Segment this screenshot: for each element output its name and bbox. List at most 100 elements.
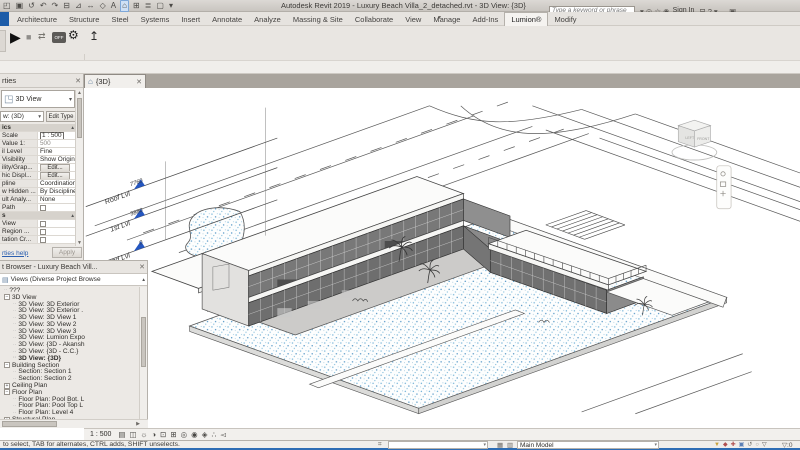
temporary-hide-icon[interactable]: ◎	[181, 430, 188, 440]
export-button[interactable]: ↥	[89, 29, 99, 43]
worksets-combo[interactable]: ▾	[388, 441, 488, 449]
sync-with-central-icon[interactable]: ↺	[27, 1, 36, 11]
show-crop-icon[interactable]: ⊞	[170, 430, 176, 440]
view-tab-3d[interactable]: ⌂ {3D} ✕	[84, 74, 146, 88]
tab-analyze[interactable]: Analyze	[248, 13, 287, 26]
close-properties-icon[interactable]: ✕	[75, 77, 81, 85]
editable-only-filter-icon[interactable]: ▼	[714, 442, 720, 448]
property-row[interactable]: ics▴	[0, 124, 76, 132]
property-row[interactable]: ility/Grap...Edit...	[0, 164, 76, 172]
tab-modify[interactable]: Modify	[548, 13, 582, 26]
browser-views-node[interactable]: ▤ Views (Diverse Project Browse ▴	[0, 274, 147, 286]
property-row[interactable]: VisibilityShow Original	[0, 156, 76, 164]
selection-filter[interactable]: ▽:0	[782, 441, 792, 449]
view-instance-combo[interactable]: w: (3D) ▾	[0, 111, 44, 122]
properties-help-link[interactable]: rties help	[0, 250, 28, 257]
property-row[interactable]: View	[0, 220, 76, 228]
title-bar: ◰▣↺↶↷⊟⊿↔◇A⌂⊞≣▢▾ Autodesk Revit 2019 - Lu…	[0, 0, 800, 12]
detail-level-icon[interactable]: ▤	[118, 430, 125, 440]
crop-view-icon[interactable]: ⊡	[160, 430, 166, 440]
tab-systems[interactable]: Systems	[135, 13, 176, 26]
view-scale-control[interactable]: 1 : 500	[87, 430, 114, 439]
measure-icon[interactable]: ⊿	[74, 1, 83, 11]
tab-steel[interactable]: Steel	[105, 13, 134, 26]
tag-by-category-icon[interactable]: ◇	[99, 1, 107, 11]
tab-annotate[interactable]: Annotate	[206, 13, 248, 26]
status-bar: to select, TAB for alternates, CTRL adds…	[0, 440, 800, 448]
type-selector[interactable]: ◳ 3D View ▾	[1, 90, 75, 108]
displacement-icon[interactable]: ◅	[220, 430, 226, 440]
press-drag-icon[interactable]: ▣	[739, 441, 745, 448]
close-view-icon[interactable]: ✕	[136, 78, 142, 86]
livesync-off-toggle[interactable]: OFF	[52, 32, 66, 43]
scroll-right-icon[interactable]: ▶	[136, 421, 140, 427]
property-row[interactable]: s▴	[0, 212, 76, 220]
undo-icon[interactable]: ↶	[39, 1, 48, 11]
text-note-icon[interactable]: A	[110, 1, 117, 11]
file-tab[interactable]	[0, 12, 9, 26]
property-row[interactable]: plineCoordination	[0, 180, 76, 188]
tab-collaborate[interactable]: Collaborate	[349, 13, 399, 26]
property-row[interactable]: hic Displ...Edit...	[0, 172, 76, 180]
property-row[interactable]: Path	[0, 204, 76, 212]
property-row[interactable]: Region ...	[0, 228, 76, 236]
worksharing-display-icon[interactable]: ◆	[723, 441, 728, 448]
shadows-icon[interactable]: ◑	[151, 430, 156, 440]
3d-scene[interactable]: 7760Roof Lvl38801st Lvl0Ground Lvl LEFT …	[84, 88, 800, 428]
tab-architecture[interactable]: Architecture	[11, 13, 63, 26]
tab-view[interactable]: View	[399, 13, 427, 26]
open-file-icon[interactable]: ◰	[2, 1, 12, 11]
tab-add-ins[interactable]: Add-Ins	[466, 13, 504, 26]
redo-icon[interactable]: ↷	[51, 1, 60, 11]
scroll-down-icon[interactable]: ▼	[76, 240, 83, 246]
analytical-model-icon[interactable]: ∴	[211, 430, 216, 440]
property-row[interactable]: Value 1:500	[0, 140, 76, 148]
visual-style-icon[interactable]: ◫	[130, 430, 137, 440]
sun-path-icon[interactable]: ☼	[141, 430, 148, 440]
property-row[interactable]: tation Cr...	[0, 236, 76, 244]
apply-button[interactable]: Apply	[52, 247, 82, 258]
ribbon-display-toggle[interactable]: ▾	[438, 14, 441, 21]
views-icon: ▤	[2, 276, 9, 284]
reveal-hidden-icon[interactable]: ◉	[191, 430, 198, 440]
save-icon[interactable]: ▣	[15, 1, 25, 11]
edit-type-button[interactable]: Edit Type	[46, 111, 76, 122]
drag-elements-icon[interactable]: ○	[755, 442, 759, 448]
tab-manage[interactable]: Manage	[427, 13, 466, 26]
close-hidden-windows-icon[interactable]: ▢	[155, 1, 165, 11]
stop-button[interactable]: ■	[26, 32, 31, 42]
reverse-selection-icon[interactable]: ↺	[747, 441, 752, 448]
browser-hscrollbar[interactable]: ▶	[0, 419, 148, 428]
cropped-ribbon-button[interactable]	[0, 30, 6, 52]
switch-windows-icon[interactable]: ▾	[168, 1, 174, 11]
property-row[interactable]: Scale1 : 500	[0, 132, 76, 140]
tab-lumion-[interactable]: Lumion®	[504, 12, 548, 26]
exclude-options-icon[interactable]: ✚	[731, 441, 736, 448]
property-row[interactable]: w Hidden ...By Discipline	[0, 188, 76, 196]
settings-gear-button[interactable]: ⚙	[68, 28, 79, 42]
section-icon[interactable]: ⊞	[132, 1, 141, 11]
print-icon[interactable]: ⊟	[62, 1, 71, 11]
navigation-bar[interactable]	[717, 166, 731, 209]
aligned-dimension-icon[interactable]: ↔	[86, 1, 96, 11]
property-row[interactable]: il LevelFine	[0, 148, 76, 156]
selection-filter-icon[interactable]: ▽	[762, 441, 767, 448]
tab-massing-site[interactable]: Massing & Site	[287, 13, 349, 26]
tab-structure[interactable]: Structure	[63, 13, 105, 26]
default-3d-view-icon[interactable]: ⌂	[120, 0, 129, 12]
livesync-refresh[interactable]: ⇄	[38, 31, 46, 42]
property-row[interactable]: ult Analy...None	[0, 196, 76, 204]
thin-lines-icon[interactable]: ≣	[144, 1, 153, 11]
tab-insert[interactable]: Insert	[175, 13, 206, 26]
temporary-view-properties-icon[interactable]: ◈	[202, 430, 208, 440]
3d-view-canvas[interactable]: 7760Roof Lvl38801st Lvl0Ground Lvl LEFT …	[84, 88, 800, 428]
properties-scrollbar[interactable]: ▲ ▼	[75, 90, 83, 246]
close-browser-icon[interactable]: ✕	[139, 263, 145, 271]
scroll-up-icon[interactable]: ▲	[76, 90, 83, 96]
play-button[interactable]: ▶	[10, 29, 21, 45]
window-title: Autodesk Revit 2019 - Luxury Beach Villa…	[281, 1, 526, 10]
browser-vscrollbar[interactable]	[139, 287, 147, 419]
ribbon-tabs: ArchitectureStructureSteelSystemsInsertA…	[11, 12, 583, 26]
options-bar	[0, 60, 800, 74]
design-options-combo[interactable]: Main Model▾	[517, 441, 659, 449]
